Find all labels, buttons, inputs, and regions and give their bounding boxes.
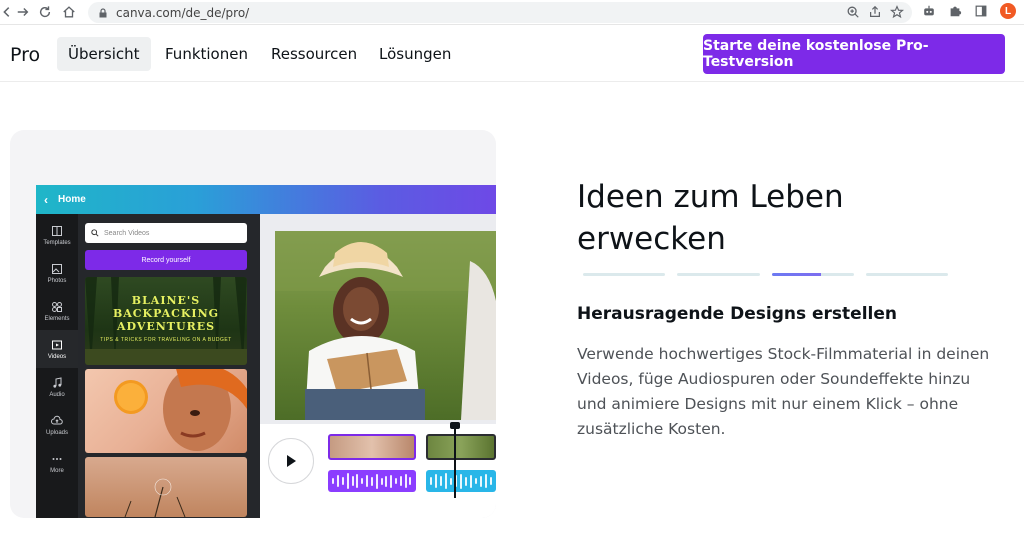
elements-icon	[52, 301, 62, 312]
start-trial-button[interactable]: Starte deine kostenlose Pro-Testversion	[703, 34, 1005, 74]
cloud-upload-icon	[51, 415, 63, 424]
hero-media-card: ‹ Home Templates Photos Elements Videos	[10, 130, 496, 518]
pro-logo[interactable]: Pro	[10, 44, 40, 66]
video-timeline	[260, 422, 496, 518]
chevron-left-icon[interactable]: ‹	[44, 193, 48, 207]
nav-ressourcen[interactable]: Ressourcen	[260, 37, 368, 71]
rail-label-templates: Templates	[43, 239, 71, 246]
rail-videos[interactable]: Videos	[36, 330, 78, 368]
editor-home-label[interactable]: Home	[58, 194, 86, 205]
audio-track-purple[interactable]	[328, 470, 416, 492]
browser-toolbar: canva.com/de_de/pro/ L	[0, 0, 1024, 25]
home-icon[interactable]	[58, 1, 80, 23]
rail-more[interactable]: More	[36, 444, 78, 482]
editor-side-rail: Templates Photos Elements Videos Audio U…	[36, 214, 78, 518]
rail-label-photos: Photos	[47, 277, 67, 284]
nav-uebersicht[interactable]: Übersicht	[57, 37, 151, 71]
more-dots-icon	[52, 457, 62, 460]
forward-icon[interactable]	[12, 1, 34, 23]
main-video-frame[interactable]	[275, 231, 496, 420]
puzzle-extensions-icon[interactable]	[948, 4, 962, 18]
site-header: Pro Übersicht Funktionen Ressourcen Lösu…	[0, 25, 1024, 82]
search-videos-input[interactable]: Search Videos	[85, 223, 247, 243]
profile-avatar[interactable]: L	[1000, 3, 1016, 19]
video-thumb-backpacking[interactable]: BLAINE'S BACKPACKING ADVENTURES TIPS & T…	[85, 277, 247, 365]
rail-label-more: More	[50, 467, 64, 474]
sidepanel-icon[interactable]	[974, 4, 988, 18]
url-text: canva.com/de_de/pro/	[116, 5, 250, 20]
timeline-clip-1[interactable]	[328, 434, 416, 460]
photos-icon	[52, 263, 62, 274]
rail-photos[interactable]: Photos	[36, 254, 78, 292]
rail-audio[interactable]: Audio	[36, 368, 78, 406]
templates-icon	[52, 225, 62, 236]
robot-extension-icon[interactable]	[922, 4, 936, 18]
audio-track-blue[interactable]	[426, 470, 496, 492]
star-icon[interactable]	[890, 5, 904, 19]
thumb-title: BLAINE'S BACKPACKING ADVENTURES	[112, 294, 220, 333]
carousel-progress	[583, 273, 948, 277]
carousel-step-2[interactable]	[677, 273, 760, 276]
portrait-illustration	[114, 369, 247, 451]
video-icon	[52, 340, 62, 349]
editor-topbar: ‹ Home	[36, 185, 496, 214]
search-icon	[91, 229, 99, 237]
carousel-step-4[interactable]	[865, 273, 948, 276]
dandelion-illustration	[124, 478, 186, 517]
rail-elements[interactable]: Elements	[36, 292, 78, 330]
nav-funktionen[interactable]: Funktionen	[154, 37, 259, 71]
rail-label-elements: Elements	[44, 315, 70, 322]
rail-templates[interactable]: Templates	[36, 216, 78, 254]
timeline-clip-2[interactable]	[426, 434, 496, 460]
play-button[interactable]	[268, 438, 314, 484]
rail-label-videos: Videos	[47, 353, 67, 360]
record-yourself-button[interactable]: Record yourself	[85, 250, 247, 270]
carousel-step-3[interactable]	[771, 273, 854, 276]
timeline-playhead[interactable]	[450, 422, 460, 498]
search-placeholder: Search Videos	[104, 229, 150, 237]
editor-mockup: ‹ Home Templates Photos Elements Videos	[36, 185, 496, 518]
nav-loesungen[interactable]: Lösungen	[368, 37, 462, 71]
videos-panel: Search Videos Record yourself BLAINE'S B…	[78, 214, 260, 518]
editor-canvas	[260, 214, 496, 518]
thumb-subtitle: TIPS & TRICKS FOR TRAVELING ON A BUDGET	[100, 337, 232, 343]
hero-title: Ideen zum Leben erwecken	[577, 179, 844, 257]
video-thumb-dandelion[interactable]	[85, 457, 247, 517]
feature-title: Herausragende Designs erstellen	[577, 304, 897, 324]
lock-icon	[99, 7, 107, 17]
share-icon[interactable]	[868, 5, 882, 19]
rail-uploads[interactable]: Uploads	[36, 406, 78, 444]
address-bar[interactable]: canva.com/de_de/pro/	[88, 2, 912, 23]
rail-label-audio: Audio	[49, 391, 65, 398]
reload-icon[interactable]	[34, 1, 56, 23]
rail-label-uploads: Uploads	[45, 429, 68, 436]
video-thumb-portrait[interactable]	[85, 369, 247, 453]
music-note-icon	[53, 376, 62, 388]
play-icon	[287, 455, 296, 467]
carousel-step-1[interactable]	[583, 273, 666, 276]
woman-reading-illustration	[275, 231, 496, 420]
feature-description: Verwende hochwertiges Stock-Filmmaterial…	[577, 345, 990, 438]
zoom-icon[interactable]	[846, 5, 860, 19]
